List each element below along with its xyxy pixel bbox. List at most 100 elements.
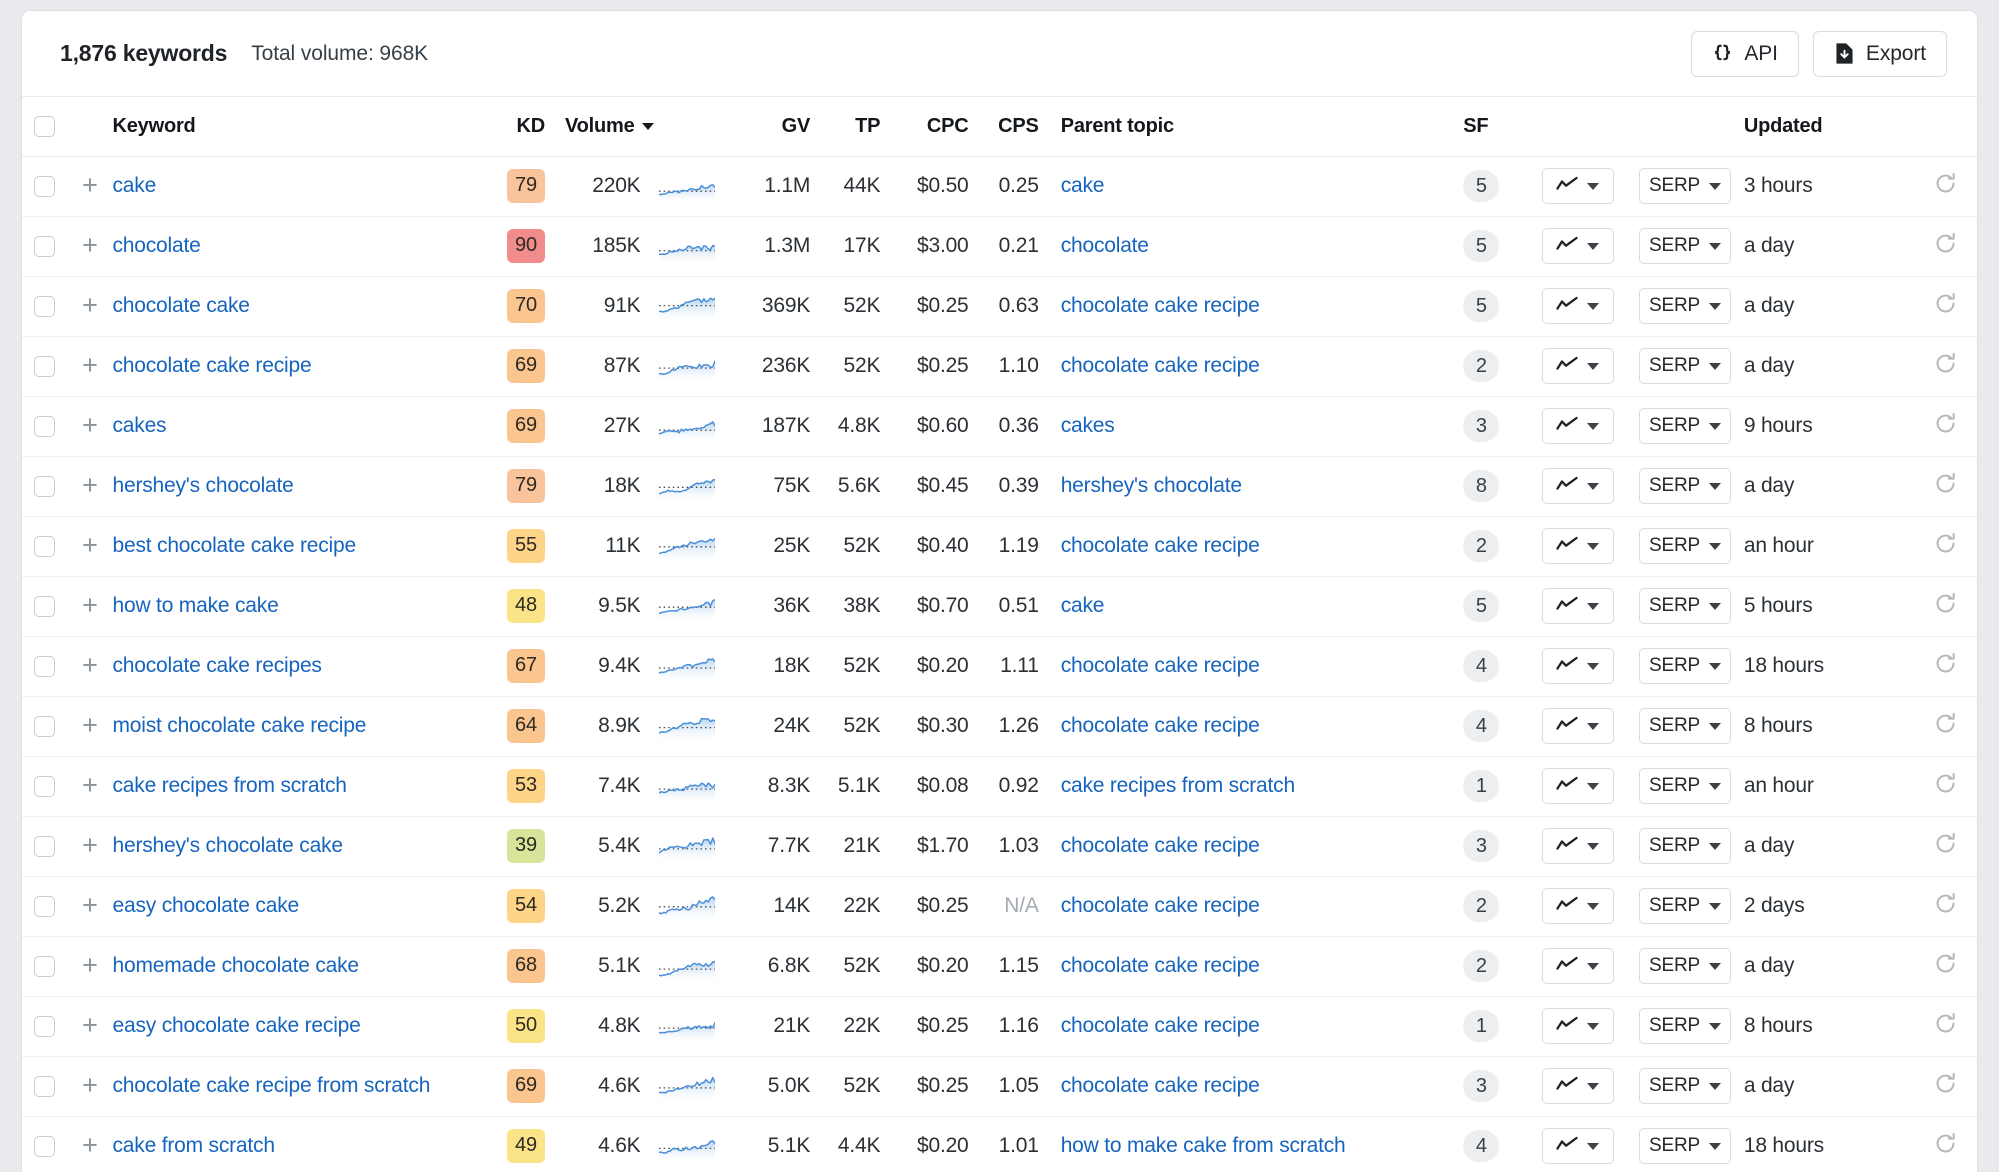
serp-dropdown[interactable]: SERP <box>1639 1128 1732 1164</box>
plus-icon[interactable]: + <box>82 652 98 679</box>
row-checkbox[interactable] <box>34 955 56 977</box>
position-history-dropdown[interactable] <box>1541 888 1614 924</box>
parent-topic-link[interactable]: cakes <box>1061 414 1115 437</box>
keyword-link[interactable]: chocolate cake <box>113 294 250 317</box>
plus-icon[interactable]: + <box>82 472 98 499</box>
refresh-icon[interactable] <box>1934 892 1957 921</box>
position-history-dropdown[interactable] <box>1541 408 1614 444</box>
table-row[interactable]: + cake from scratch 49 4.6K 5.1K 4.4K $0… <box>22 1116 1977 1172</box>
keyword-link[interactable]: moist chocolate cake recipe <box>113 714 367 737</box>
keyword-link[interactable]: chocolate cake recipe <box>113 354 312 377</box>
parent-topic-link[interactable]: chocolate <box>1061 234 1149 257</box>
keyword-link[interactable]: chocolate <box>113 234 201 257</box>
plus-icon[interactable]: + <box>82 532 98 559</box>
plus-icon[interactable]: + <box>82 892 98 919</box>
api-button[interactable]: API <box>1691 30 1799 77</box>
parent-topic-link[interactable]: chocolate cake recipe <box>1061 654 1260 677</box>
row-checkbox[interactable] <box>34 715 56 737</box>
column-header-sf[interactable]: SF <box>1463 97 1529 157</box>
export-button[interactable]: Export <box>1812 30 1947 77</box>
keyword-link[interactable]: homemade chocolate cake <box>113 954 360 977</box>
keyword-link[interactable]: easy chocolate cake recipe <box>113 1014 361 1037</box>
serp-dropdown[interactable]: SERP <box>1639 288 1732 324</box>
table-row[interactable]: + chocolate cake recipe 69 87K 236K 52K … <box>22 336 1977 397</box>
plus-icon[interactable]: + <box>82 412 98 439</box>
keyword-link[interactable]: easy chocolate cake <box>113 894 300 917</box>
serp-dropdown[interactable]: SERP <box>1639 408 1732 444</box>
row-checkbox[interactable] <box>34 355 56 377</box>
position-history-dropdown[interactable] <box>1541 708 1614 744</box>
parent-topic-link[interactable]: chocolate cake recipe <box>1061 834 1260 857</box>
column-header-volume[interactable]: Volume <box>555 97 728 157</box>
parent-topic-link[interactable]: chocolate cake recipe <box>1061 714 1260 737</box>
keyword-link[interactable]: best chocolate cake recipe <box>113 534 357 557</box>
keyword-link[interactable]: cake recipes from scratch <box>113 774 347 797</box>
parent-topic-link[interactable]: how to make cake from scratch <box>1061 1134 1346 1157</box>
position-history-dropdown[interactable] <box>1541 1068 1614 1104</box>
position-history-dropdown[interactable] <box>1541 348 1614 384</box>
parent-topic-link[interactable]: chocolate cake recipe <box>1061 954 1260 977</box>
table-row[interactable]: + cakes 69 27K 187K 4.8K $0.60 0.36 cake… <box>22 396 1977 457</box>
keyword-link[interactable]: cake from scratch <box>113 1134 276 1157</box>
plus-icon[interactable]: + <box>82 172 98 199</box>
refresh-icon[interactable] <box>1934 172 1957 201</box>
column-header-parent-topic[interactable]: Parent topic <box>1044 97 1464 157</box>
plus-icon[interactable]: + <box>82 232 98 259</box>
refresh-icon[interactable] <box>1934 232 1957 261</box>
row-checkbox[interactable] <box>34 655 56 677</box>
column-header-cpc[interactable]: CPC <box>886 97 975 157</box>
position-history-dropdown[interactable] <box>1541 1008 1614 1044</box>
position-history-dropdown[interactable] <box>1541 588 1614 624</box>
position-history-dropdown[interactable] <box>1541 648 1614 684</box>
row-checkbox[interactable] <box>34 835 56 857</box>
refresh-icon[interactable] <box>1934 952 1957 981</box>
row-checkbox[interactable] <box>34 595 56 617</box>
row-checkbox[interactable] <box>34 415 56 437</box>
position-history-dropdown[interactable] <box>1541 468 1614 504</box>
refresh-icon[interactable] <box>1934 772 1957 801</box>
plus-icon[interactable]: + <box>82 292 98 319</box>
keyword-link[interactable]: cakes <box>113 414 167 437</box>
select-all-checkbox[interactable] <box>34 115 56 137</box>
keyword-link[interactable]: hershey's chocolate <box>113 474 294 497</box>
refresh-icon[interactable] <box>1934 292 1957 321</box>
serp-dropdown[interactable]: SERP <box>1639 828 1732 864</box>
position-history-dropdown[interactable] <box>1541 168 1614 204</box>
serp-dropdown[interactable]: SERP <box>1639 348 1732 384</box>
column-header-kd[interactable]: KD <box>485 97 556 157</box>
refresh-icon[interactable] <box>1934 412 1957 441</box>
serp-dropdown[interactable]: SERP <box>1639 588 1732 624</box>
serp-dropdown[interactable]: SERP <box>1639 228 1732 264</box>
serp-dropdown[interactable]: SERP <box>1639 708 1732 744</box>
parent-topic-link[interactable]: cake <box>1061 174 1105 197</box>
column-header-keyword[interactable]: Keyword <box>112 97 486 157</box>
parent-topic-link[interactable]: chocolate cake recipe <box>1061 894 1260 917</box>
plus-icon[interactable]: + <box>82 592 98 619</box>
refresh-icon[interactable] <box>1934 592 1957 621</box>
serp-dropdown[interactable]: SERP <box>1639 648 1732 684</box>
position-history-dropdown[interactable] <box>1541 828 1614 864</box>
table-row[interactable]: + chocolate cake recipes 67 9.4K 18K 52K… <box>22 636 1977 697</box>
table-row[interactable]: + moist chocolate cake recipe 64 8.9K 24… <box>22 696 1977 757</box>
plus-icon[interactable]: + <box>82 1072 98 1099</box>
row-checkbox[interactable] <box>34 775 56 797</box>
row-checkbox[interactable] <box>34 895 56 917</box>
position-history-dropdown[interactable] <box>1541 768 1614 804</box>
parent-topic-link[interactable]: cake recipes from scratch <box>1061 774 1295 797</box>
plus-icon[interactable]: + <box>82 1012 98 1039</box>
row-checkbox[interactable] <box>34 295 56 317</box>
parent-topic-link[interactable]: chocolate cake recipe <box>1061 1074 1260 1097</box>
plus-icon[interactable]: + <box>82 772 98 799</box>
column-header-updated[interactable]: Updated <box>1743 97 1914 157</box>
column-header-tp[interactable]: TP <box>816 97 887 157</box>
table-row[interactable]: + chocolate 90 185K 1.3M 17K $3.00 0.21 … <box>22 216 1977 277</box>
parent-topic-link[interactable]: chocolate cake recipe <box>1061 294 1260 317</box>
plus-icon[interactable]: + <box>82 352 98 379</box>
plus-icon[interactable]: + <box>82 1132 98 1159</box>
refresh-icon[interactable] <box>1934 1012 1957 1041</box>
parent-topic-link[interactable]: chocolate cake recipe <box>1061 1014 1260 1037</box>
serp-dropdown[interactable]: SERP <box>1639 1008 1732 1044</box>
serp-dropdown[interactable]: SERP <box>1639 1068 1732 1104</box>
position-history-dropdown[interactable] <box>1541 1128 1614 1164</box>
table-row[interactable]: + hershey's chocolate cake 39 5.4K 7.7K … <box>22 816 1977 877</box>
